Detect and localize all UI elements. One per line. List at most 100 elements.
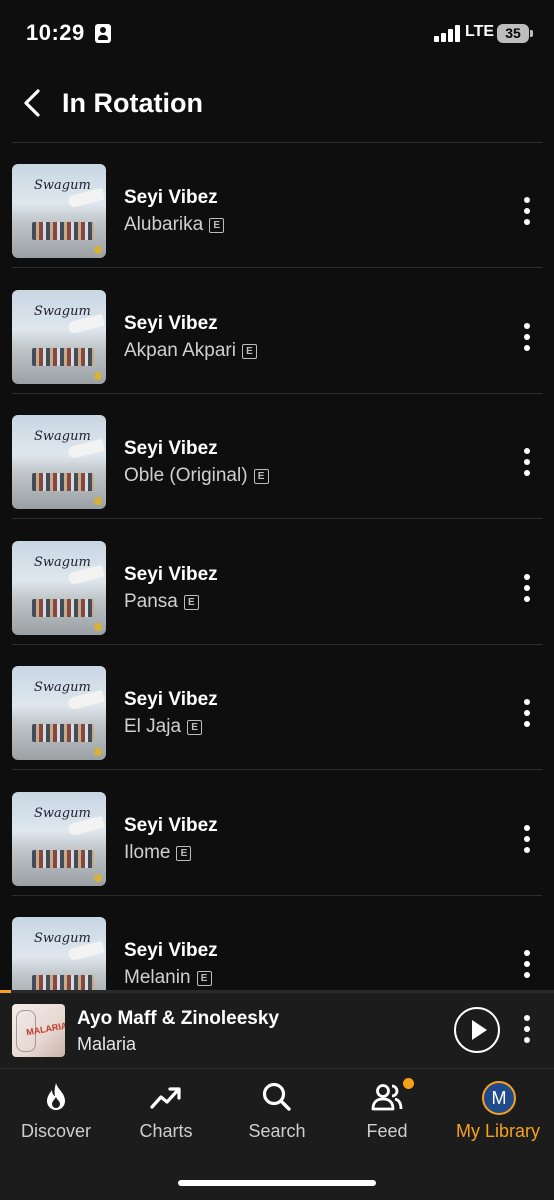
album-artwork[interactable]: Swagum bbox=[12, 666, 106, 760]
track-more-icon[interactable] bbox=[518, 568, 536, 608]
tab-label-charts: Charts bbox=[139, 1121, 193, 1141]
artwork-crowd bbox=[32, 599, 94, 617]
now-playing-more-icon[interactable] bbox=[518, 1009, 536, 1049]
artwork-crowd bbox=[32, 724, 94, 742]
artwork-seal bbox=[94, 623, 102, 631]
track-title: Ilome bbox=[124, 842, 171, 863]
row-divider bbox=[12, 518, 542, 519]
track-row[interactable]: Swagum Seyi Vibez Akpan Akpari E bbox=[0, 269, 554, 394]
artwork-seal bbox=[94, 246, 102, 254]
artwork-crowd bbox=[32, 850, 94, 868]
tab-charts[interactable]: Charts bbox=[111, 1069, 221, 1159]
track-row[interactable]: Swagum Seyi Vibez Pansa E bbox=[0, 520, 554, 645]
track-more-icon[interactable] bbox=[518, 944, 536, 984]
track-title: Oble (Original) bbox=[124, 465, 248, 486]
artwork-title: Swagum bbox=[34, 806, 91, 821]
tab-label-my-library: My Library bbox=[455, 1121, 540, 1141]
explicit-badge: E bbox=[196, 971, 212, 986]
explicit-badge: E bbox=[176, 846, 192, 861]
progress-fill bbox=[0, 990, 12, 993]
track-more-icon[interactable] bbox=[518, 819, 536, 859]
explicit-badge: E bbox=[253, 469, 269, 484]
track-title: Akpan Akpari bbox=[124, 340, 236, 361]
focus-person-icon bbox=[95, 24, 111, 43]
album-artwork[interactable]: Swagum bbox=[12, 164, 106, 258]
track-title: Pansa bbox=[124, 591, 178, 612]
explicit-badge: E bbox=[183, 595, 199, 610]
album-artwork[interactable]: Swagum bbox=[12, 415, 106, 509]
track-title-line: Alubarika E bbox=[124, 214, 225, 236]
track-artist: Seyi Vibez bbox=[124, 815, 218, 836]
track-artist: Seyi Vibez bbox=[124, 564, 218, 585]
row-divider bbox=[12, 267, 542, 268]
fire-icon bbox=[47, 1083, 65, 1110]
album-artwork[interactable]: Swagum bbox=[12, 541, 106, 635]
users-icon bbox=[371, 1084, 403, 1111]
playback-progress bbox=[0, 990, 554, 993]
artwork-title: Swagum bbox=[34, 304, 91, 319]
now-playing-artist: Ayo Maff & Zinoleesky bbox=[77, 1008, 280, 1029]
play-icon bbox=[472, 1020, 487, 1040]
network-label: LTE bbox=[465, 23, 495, 40]
track-list[interactable]: Swagum Seyi Vibez Alubarika E Swagum Seyi Vib… bbox=[0, 143, 554, 990]
track-row[interactable]: Swagum Seyi Vibez Melanin E bbox=[0, 896, 554, 990]
track-row[interactable]: Swagum Seyi Vibez Alubarika E bbox=[0, 143, 554, 268]
track-row[interactable]: Swagum Seyi Vibez Ilome E bbox=[0, 771, 554, 896]
track-title-line: Oble (Original) E bbox=[124, 465, 269, 487]
trending-up-icon bbox=[150, 1087, 181, 1109]
album-artwork[interactable]: Swagum bbox=[12, 917, 106, 990]
avatar: M bbox=[482, 1081, 516, 1115]
back-icon[interactable] bbox=[18, 86, 48, 120]
track-title-line: Ilome E bbox=[124, 842, 192, 864]
battery-icon: 35 bbox=[497, 24, 529, 43]
artwork-title: Swagum bbox=[34, 555, 91, 570]
artwork-title: Swagum bbox=[34, 178, 91, 193]
status-time: 10:29 bbox=[26, 20, 85, 45]
signal-icon bbox=[434, 25, 462, 42]
artwork-crowd bbox=[32, 975, 94, 990]
feed-notification-dot bbox=[403, 1078, 414, 1089]
artwork-seal bbox=[94, 874, 102, 882]
tab-search[interactable]: Search bbox=[222, 1069, 332, 1159]
explicit-badge: E bbox=[187, 720, 203, 735]
tab-label-feed: Feed bbox=[366, 1121, 408, 1141]
track-artist: Seyi Vibez bbox=[124, 940, 218, 961]
track-more-icon[interactable] bbox=[518, 693, 536, 733]
track-more-icon[interactable] bbox=[518, 442, 536, 482]
artwork-crowd bbox=[32, 473, 94, 491]
artwork-seal bbox=[94, 497, 102, 505]
home-indicator bbox=[178, 1180, 376, 1186]
track-artist: Seyi Vibez bbox=[124, 438, 218, 459]
artwork-seal bbox=[94, 748, 102, 756]
album-artwork[interactable]: Swagum bbox=[12, 290, 106, 384]
track-artist: Seyi Vibez bbox=[124, 187, 218, 208]
mini-player[interactable]: MALARIA Ayo Maff & Zinoleesky Malaria bbox=[0, 990, 554, 1068]
track-more-icon[interactable] bbox=[518, 191, 536, 231]
track-row[interactable]: Swagum Seyi Vibez El Jaja E bbox=[0, 645, 554, 770]
row-divider bbox=[12, 769, 542, 770]
artwork-seal bbox=[94, 372, 102, 380]
tab-my-library[interactable]: M My Library bbox=[443, 1069, 553, 1159]
page-title: In Rotation bbox=[62, 88, 203, 118]
explicit-badge: E bbox=[241, 344, 257, 359]
tab-feed[interactable]: Feed bbox=[332, 1069, 442, 1159]
battery-tip bbox=[530, 30, 533, 37]
track-title: Melanin bbox=[124, 967, 191, 988]
tab-discover[interactable]: Discover bbox=[1, 1069, 111, 1159]
track-more-icon[interactable] bbox=[518, 317, 536, 357]
artwork-title: Swagum bbox=[34, 429, 91, 444]
track-title: Alubarika bbox=[124, 214, 204, 235]
now-playing-title: Malaria bbox=[77, 1034, 137, 1054]
track-title-line: Akpan Akpari E bbox=[124, 340, 257, 362]
tab-label-discover: Discover bbox=[20, 1121, 91, 1141]
artwork-title: Swagum bbox=[34, 931, 91, 946]
track-title-line: El Jaja E bbox=[124, 716, 203, 738]
track-row[interactable]: Swagum Seyi Vibez Oble (Original) E bbox=[0, 394, 554, 519]
artwork-crowd bbox=[32, 348, 94, 366]
now-playing-artwork[interactable]: MALARIA bbox=[12, 1004, 65, 1057]
status-bar: 10:29 LTE 35 bbox=[0, 0, 554, 68]
header: In Rotation bbox=[0, 68, 554, 142]
play-button[interactable] bbox=[454, 1007, 500, 1053]
track-title: El Jaja bbox=[124, 716, 182, 737]
album-artwork[interactable]: Swagum bbox=[12, 792, 106, 886]
